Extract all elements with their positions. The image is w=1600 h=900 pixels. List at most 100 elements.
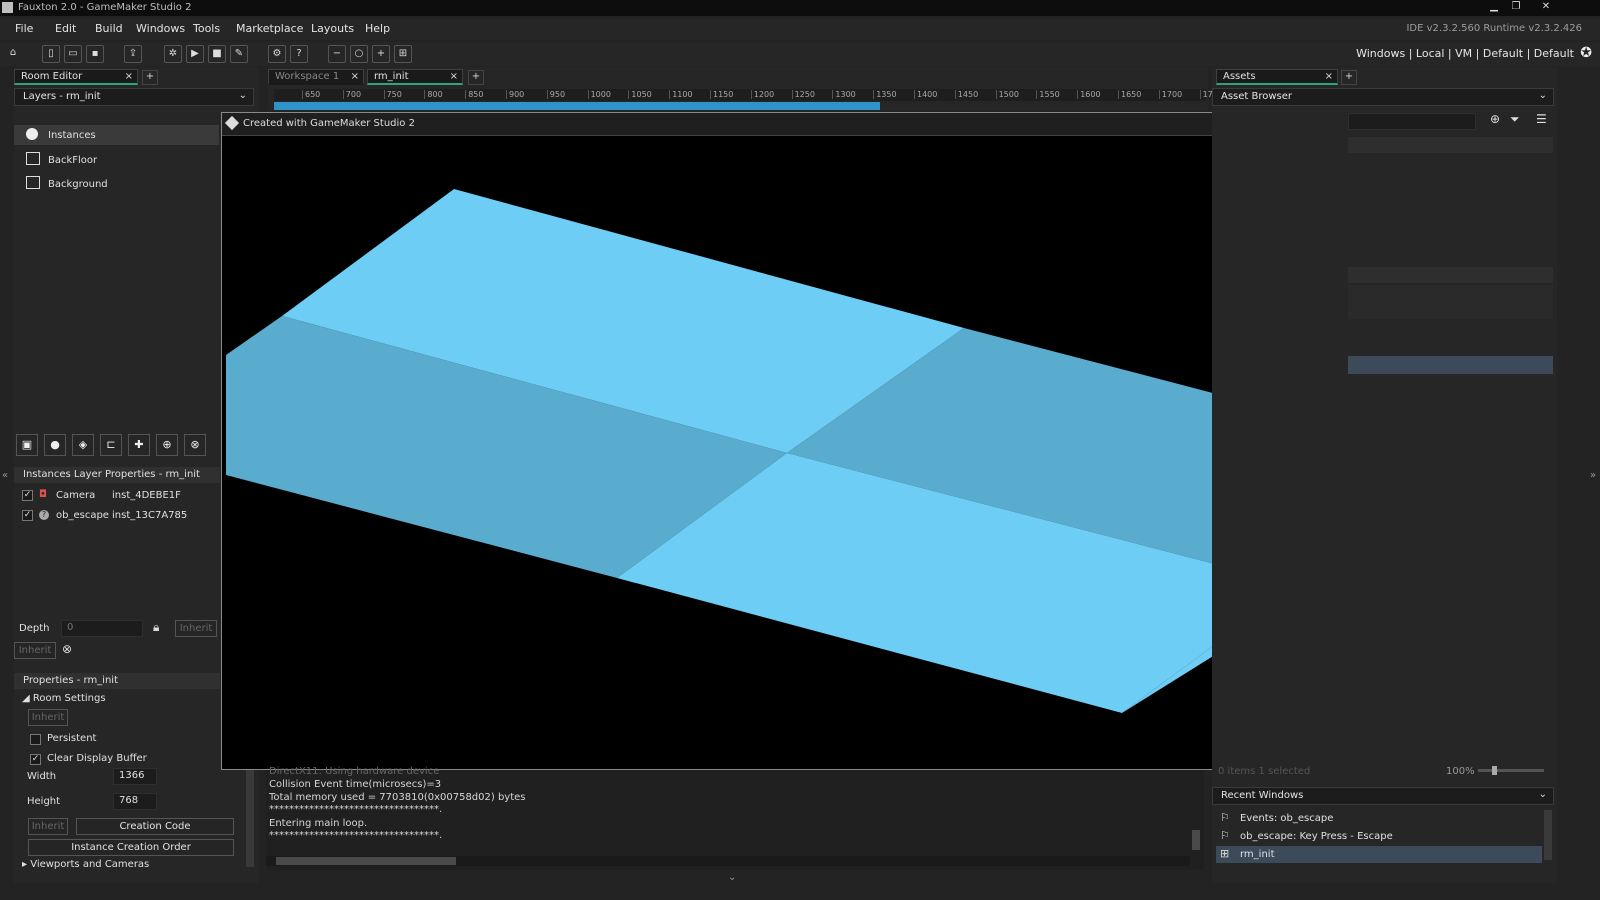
asset-group-row[interactable] — [1348, 285, 1553, 319]
horizontal-scrollbar[interactable] — [266, 856, 1190, 866]
debug-icon[interactable]: ✲ — [164, 45, 182, 63]
target-selector: Windows | Local | VM | Default | Default — [1356, 47, 1574, 60]
add-tile-layer-icon[interactable]: ◈ — [72, 434, 94, 456]
save-icon[interactable]: ▪ — [86, 45, 104, 63]
recent-scrollbar[interactable] — [1544, 810, 1552, 860]
instance-row[interactable]: ✓ ? ob_escape inst_13C7A785 — [14, 507, 220, 525]
target-platform[interactable]: Windows — [1356, 47, 1405, 60]
add-path-layer-icon[interactable]: ⊏ — [100, 434, 122, 456]
close-icon[interactable]: × — [1325, 71, 1333, 82]
collapse-left-icon[interactable]: « — [2, 470, 8, 481]
tab-assets[interactable]: Assets × — [1216, 69, 1338, 85]
width-input[interactable]: 1366 — [113, 768, 157, 785]
menu-help[interactable]: Help — [365, 22, 390, 35]
fit-icon[interactable]: ⊞ — [394, 45, 412, 63]
filter-icon[interactable]: ⏷ — [1510, 112, 1520, 127]
recent-windows-header[interactable]: Recent Windows ⌄ — [1212, 787, 1554, 805]
depth-input[interactable]: 0 — [61, 620, 143, 637]
clean-icon[interactable]: ✎ — [230, 45, 248, 63]
asset-group-row[interactable] — [1348, 267, 1553, 283]
target-device[interactable]: Local — [1416, 47, 1445, 60]
target-device-config[interactable]: Default — [1534, 47, 1574, 60]
inherit-depth-button[interactable]: Inherit — [175, 620, 217, 637]
vertical-scrollbar[interactable] — [1192, 830, 1200, 850]
restore-icon[interactable]: ❐ — [1506, 0, 1526, 14]
minimize-icon[interactable]: ▁ — [1484, 0, 1504, 14]
height-input[interactable]: 768 — [113, 793, 157, 810]
menu-build[interactable]: Build — [95, 22, 123, 35]
help-icon[interactable]: ? — [290, 45, 308, 63]
zoom-slider-handle[interactable] — [1492, 766, 1497, 775]
room-settings-section[interactable]: ◢ Room Settings — [22, 693, 106, 704]
zoom-slider[interactable] — [1478, 766, 1544, 775]
menu-marketplace[interactable]: Marketplace — [236, 22, 303, 35]
close-icon[interactable]: × — [125, 71, 133, 82]
zoom-out-icon[interactable]: − — [328, 45, 346, 63]
assets-panel: Assets × + Asset Browser ⌄ ⊕ ⏷ ☰ 0 items… — [1212, 67, 1557, 883]
persistent-checkbox[interactable] — [30, 734, 41, 745]
settings-icon[interactable]: ⚙ — [268, 45, 286, 63]
menu-edit[interactable]: Edit — [55, 22, 76, 35]
tab-rm-init[interactable]: rm_init × — [367, 69, 463, 85]
inherit-code-button[interactable]: Inherit — [28, 818, 68, 835]
add-tab-button[interactable]: + — [142, 70, 158, 85]
target-output[interactable]: VM — [1455, 47, 1472, 60]
run-icon[interactable]: ▶ — [186, 45, 204, 63]
viewports-section[interactable]: ▸ Viewports and Cameras — [22, 859, 149, 870]
stop-icon[interactable]: ■ — [208, 45, 226, 63]
add-tab-button[interactable]: + — [1341, 70, 1357, 85]
game-window[interactable]: Created with GameMaker Studio 2 ▁ ▫ ✕ — [221, 112, 1348, 770]
delete-layer-icon[interactable]: ⊗ — [184, 434, 206, 456]
close-icon[interactable]: × — [351, 71, 359, 82]
add-background-layer-icon[interactable]: ▣ — [16, 434, 38, 456]
tab-room-editor[interactable]: Room Editor × — [14, 69, 138, 85]
inherit-room-button[interactable]: Inherit — [28, 709, 68, 726]
add-asset-icon[interactable]: ⊕ — [1490, 112, 1500, 126]
instance-row[interactable]: ✓ ◘ Camera inst_4DEBE1F — [14, 487, 220, 505]
visibility-checkbox[interactable]: ✓ — [22, 510, 33, 521]
clear-display-buffer-checkbox[interactable]: ✓ — [30, 754, 41, 765]
target-config[interactable]: Default — [1483, 47, 1523, 60]
close-icon[interactable]: × — [450, 71, 458, 82]
tab-workspace-1[interactable]: Workspace 1 × — [268, 69, 364, 85]
add-instance-layer-icon[interactable]: ● — [44, 434, 66, 456]
inherit-button[interactable]: Inherit — [14, 642, 56, 659]
new-project-icon[interactable]: ▯ — [42, 45, 60, 63]
creation-code-button[interactable]: Creation Code — [76, 818, 234, 835]
menu-file[interactable]: File — [15, 22, 33, 35]
open-project-icon[interactable]: ▭ — [64, 45, 82, 63]
zoom-in-icon[interactable]: + — [372, 45, 390, 63]
expand-output-icon[interactable]: ⌄ — [728, 872, 736, 883]
instance-creation-order-button[interactable]: Instance Creation Order — [28, 839, 234, 856]
package-icon[interactable]: ⇪ — [124, 45, 142, 63]
scrollbar-thumb[interactable] — [276, 857, 456, 865]
zoom-reset-icon[interactable]: ○ — [350, 45, 368, 63]
output-line: **********************************. — [269, 830, 443, 841]
recent-item[interactable]: ⊞ rm_init — [1216, 846, 1542, 863]
menu-tools[interactable]: Tools — [193, 22, 220, 35]
collapse-right-icon[interactable]: » — [1590, 470, 1596, 481]
asset-search-input[interactable] — [1348, 113, 1476, 130]
visibility-checkbox[interactable]: ✓ — [22, 490, 33, 501]
menu-windows[interactable]: Windows — [136, 22, 185, 35]
menu-layouts[interactable]: Layouts — [311, 22, 354, 35]
target-settings-icon[interactable]: ✪ — [1580, 45, 1592, 61]
clear-icon[interactable]: ⊗ — [62, 642, 72, 656]
layer-row-background[interactable]: Background — [14, 174, 219, 194]
home-icon[interactable]: ⌂ — [4, 45, 22, 63]
add-asset-layer-icon[interactable]: ✚ — [128, 434, 150, 456]
asset-group-row[interactable] — [1348, 137, 1553, 153]
add-tab-button[interactable]: + — [468, 70, 484, 85]
close-icon[interactable]: ✕ — [1536, 0, 1556, 14]
lock-icon[interactable]: 🔒︎ — [153, 620, 159, 635]
properties-scrollbar[interactable] — [246, 767, 254, 867]
add-folder-icon[interactable]: ⊕ — [156, 434, 178, 456]
selected-asset-row[interactable] — [1348, 356, 1553, 374]
layers-dropdown[interactable]: Layers - rm_init ⌄ — [14, 88, 254, 106]
asset-browser-dropdown[interactable]: Asset Browser ⌄ — [1212, 88, 1554, 106]
recent-item[interactable]: ⚐ Events: ob_escape — [1216, 810, 1542, 827]
layer-row-instances[interactable]: Instances — [14, 125, 219, 145]
menu-icon[interactable]: ☰ — [1536, 112, 1547, 126]
layer-row-backfloor[interactable]: BackFloor — [14, 150, 219, 170]
recent-item[interactable]: ⚐ ob_escape: Key Press - Escape — [1216, 828, 1542, 845]
